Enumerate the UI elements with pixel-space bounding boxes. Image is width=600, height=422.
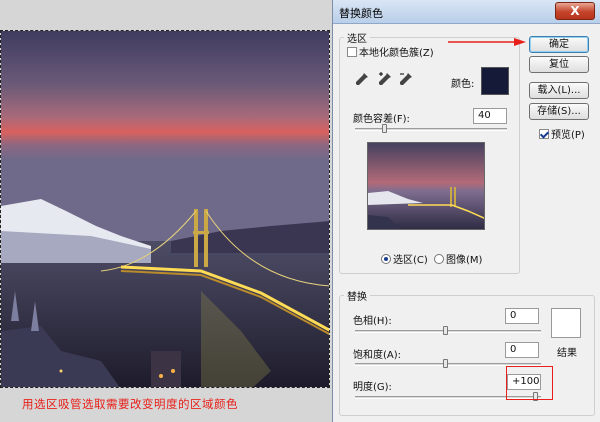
eyedropper-minus-icon[interactable] — [399, 72, 413, 86]
result-color-swatch[interactable] — [551, 308, 581, 338]
preview-label: 预览(P) — [551, 130, 585, 141]
replacement-group-label: 替换 — [347, 292, 367, 303]
close-button[interactable]: X — [555, 2, 595, 20]
annotation-arrow-icon — [448, 38, 526, 46]
lightness-label: 明度(G): — [353, 382, 392, 393]
preview-checkbox[interactable] — [539, 129, 549, 139]
selection-preview — [367, 142, 485, 230]
fuzziness-label: 颜色容差(F): — [353, 114, 410, 125]
photo-canvas[interactable] — [0, 30, 330, 388]
instruction-caption: 用选区吸管选取需要改变明度的区域颜色 — [22, 397, 238, 411]
hue-slider-track[interactable] — [355, 330, 541, 333]
localized-clusters-checkbox[interactable] — [347, 47, 357, 57]
preview-image — [368, 143, 484, 229]
saturation-input[interactable]: 0 — [505, 342, 539, 358]
mode-image-radio[interactable] — [434, 254, 444, 264]
mode-selection-radio[interactable] — [381, 254, 391, 264]
eyedropper-icon[interactable] — [355, 72, 369, 86]
fuzziness-slider-thumb[interactable] — [382, 124, 388, 133]
localized-clusters-row[interactable]: 本地化颜色簇(Z) — [347, 44, 434, 59]
eyedropper-plus-icon[interactable] — [378, 72, 392, 86]
saturation-slider-thumb[interactable] — [443, 359, 448, 368]
replace-color-dialog: 替换颜色 X 选区 本地化颜色簇(Z) 颜色: 颜色容差(F): 40 选区(C… — [332, 0, 600, 422]
mode-selection-label: 选区(C) — [393, 255, 428, 266]
reset-button[interactable]: 复位 — [529, 56, 589, 73]
saturation-label: 饱和度(A): — [353, 350, 402, 361]
sample-color-swatch[interactable] — [481, 67, 509, 95]
hue-label: 色相(H): — [353, 316, 392, 327]
mode-selection-option[interactable]: 选区(C) — [381, 251, 428, 266]
close-icon: X — [570, 4, 580, 18]
localized-clusters-label: 本地化颜色簇(Z) — [359, 48, 434, 59]
save-button[interactable]: 存储(S)... — [529, 103, 589, 120]
selection-group-label: 选区 — [347, 34, 367, 45]
preview-option[interactable]: 预览(P) — [539, 126, 585, 141]
hue-input[interactable]: 0 — [505, 308, 539, 324]
color-label: 颜色: — [451, 79, 475, 90]
mode-image-option[interactable]: 图像(M) — [434, 251, 482, 266]
hue-slider-thumb[interactable] — [443, 326, 448, 335]
fuzziness-slider-track[interactable] — [355, 128, 507, 131]
result-label: 结果 — [557, 348, 577, 359]
fuzziness-input[interactable]: 40 — [473, 108, 507, 124]
dialog-titlebar[interactable]: 替换颜色 X — [333, 0, 600, 24]
ok-button[interactable]: 确定 — [529, 36, 589, 53]
lightness-highlight-box — [506, 366, 553, 400]
bridge-photo — [1, 31, 329, 387]
dialog-title: 替换颜色 — [339, 7, 383, 20]
load-button[interactable]: 载入(L)... — [529, 82, 589, 99]
mode-image-label: 图像(M) — [446, 255, 483, 266]
